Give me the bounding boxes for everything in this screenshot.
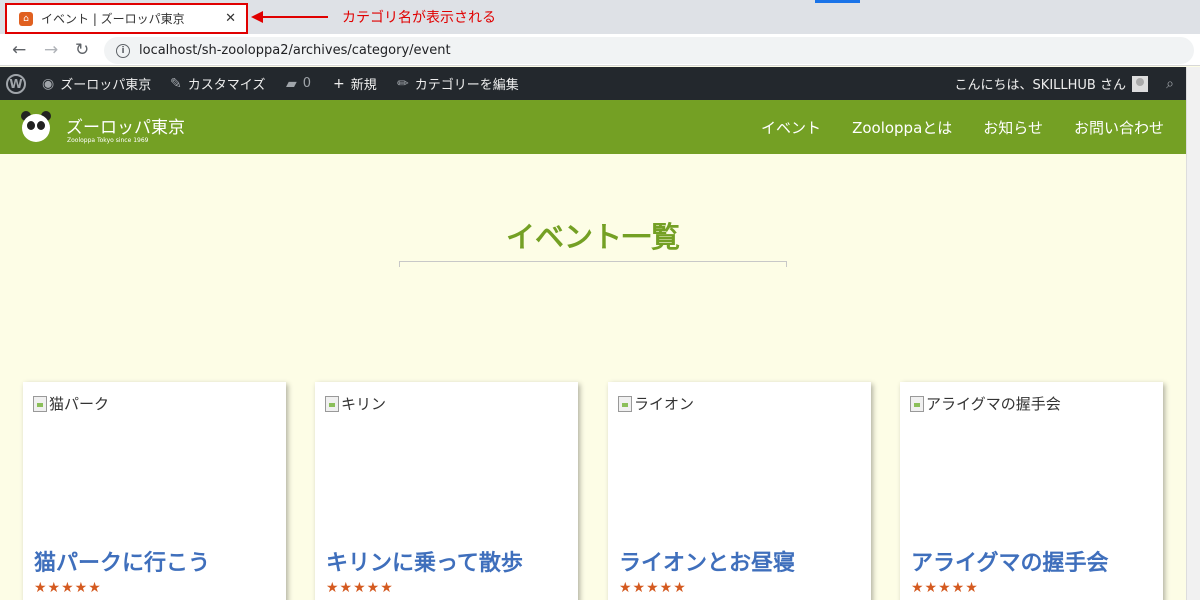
forward-icon[interactable]: → <box>44 40 58 60</box>
tab-title: イベント | ズーロッパ東京 <box>41 12 185 26</box>
comment-icon: ▰ <box>286 75 297 92</box>
panda-logo-icon[interactable] <box>22 114 50 142</box>
search-button[interactable]: ⌕ <box>1166 67 1180 100</box>
card-title[interactable]: キリンに乗って散歩 <box>326 545 523 577</box>
new-content-link[interactable]: + 新規 <box>333 67 377 100</box>
nav-item-contact[interactable]: お問い合わせ <box>1074 117 1164 138</box>
card-title[interactable]: アライグマの握手会 <box>911 545 1109 577</box>
favicon-icon: ⌂ <box>19 11 33 26</box>
broken-image-icon <box>325 395 339 412</box>
event-card[interactable]: 猫パーク 猫パークに行こう ★★★★★ <box>23 382 286 600</box>
browser-tabstrip: ⌂ イベント | ズーロッパ東京 ✕ <box>0 0 1200 34</box>
broken-image-icon <box>33 395 47 412</box>
annotation-text: カテゴリ名が表示される <box>342 10 496 26</box>
edit-category-label: カテゴリーを編集 <box>414 78 519 93</box>
tab-close-icon[interactable]: ✕ <box>225 11 236 26</box>
customize-label: カスタマイズ <box>187 78 266 93</box>
event-card[interactable]: キリン キリンに乗って散歩 ★★★★★ <box>315 382 578 600</box>
card-image: キリン <box>325 393 386 414</box>
admin-site-link[interactable]: ◉ ズーロッパ東京 <box>42 67 151 100</box>
title-image <box>399 261 787 267</box>
pencil-icon: ✏ <box>397 75 409 92</box>
wordpress-logo-button[interactable]: W <box>6 67 26 100</box>
card-image-alt: キリン <box>341 395 387 413</box>
search-icon: ⌕ <box>1166 75 1174 92</box>
site-title[interactable]: ズーロッパ東京 <box>66 113 185 138</box>
browser-tab[interactable]: ⌂ イベント | ズーロッパ東京 ✕ <box>5 3 248 34</box>
nav-item-news[interactable]: お知らせ <box>983 117 1043 138</box>
reload-icon[interactable]: ↻ <box>75 40 89 60</box>
event-card[interactable]: アライグマの握手会 アライグマの握手会 ★★★★★ <box>900 382 1163 600</box>
card-rating: ★★★★★ <box>619 580 687 596</box>
info-icon[interactable]: i <box>116 43 130 58</box>
my-account-link[interactable]: こんにちは、SKILLHUB さん <box>955 67 1148 100</box>
card-rating: ★★★★★ <box>34 580 102 596</box>
card-title[interactable]: ライオンとお昼寝 <box>619 545 795 577</box>
nav-item-about[interactable]: Zooloppaとは <box>852 117 952 138</box>
brush-icon: ✎ <box>170 75 182 92</box>
card-image: 猫パーク <box>33 393 109 414</box>
greeting-label: こんにちは、SKILLHUB さん <box>954 78 1126 93</box>
global-nav: イベント Zooloppaとは お知らせ お問い合わせ <box>761 100 1164 154</box>
tab-indicator <box>815 0 860 3</box>
plus-icon: + <box>333 75 345 92</box>
nav-item-event[interactable]: イベント <box>761 117 821 138</box>
broken-image-icon <box>910 395 924 412</box>
avatar <box>1132 75 1148 92</box>
page-title: イベント一覧 <box>505 220 680 254</box>
dashboard-icon: ◉ <box>42 75 55 92</box>
card-image: ライオン <box>618 393 694 414</box>
card-image-alt: アライグマの握手会 <box>926 395 1061 413</box>
url-input[interactable]: i localhost/sh-zooloppa2/archives/catego… <box>104 37 1194 64</box>
broken-image-icon <box>618 395 632 412</box>
customize-link[interactable]: ✎ カスタマイズ <box>170 67 265 100</box>
scrollbar[interactable] <box>1186 67 1200 600</box>
admin-site-label: ズーロッパ東京 <box>60 78 152 93</box>
card-rating: ★★★★★ <box>326 580 394 596</box>
new-label: 新規 <box>350 78 377 93</box>
annotation-arrow-line <box>262 16 328 18</box>
card-image-alt: ライオン <box>634 395 695 413</box>
wordpress-icon: W <box>6 73 26 94</box>
address-bar: ← → ↻ i localhost/sh-zooloppa2/archives/… <box>0 34 1200 66</box>
card-rating: ★★★★★ <box>911 580 979 596</box>
comments-link[interactable]: ▰ 0 <box>286 67 311 100</box>
site-tagline: Zooloppa Tokyo since 1969 <box>67 137 149 144</box>
event-card[interactable]: ライオン ライオンとお昼寝 ★★★★★ <box>608 382 871 600</box>
card-image-alt: 猫パーク <box>49 395 110 413</box>
edit-category-link[interactable]: ✏ カテゴリーを編集 <box>397 67 519 100</box>
back-icon[interactable]: ← <box>12 40 26 60</box>
card-image: アライグマの握手会 <box>910 393 1061 414</box>
url-text: localhost/sh-zooloppa2/archives/category… <box>139 43 451 58</box>
card-title[interactable]: 猫パークに行こう <box>34 545 210 577</box>
site-header: ズーロッパ東京 Zooloppa Tokyo since 1969 イベント Z… <box>0 100 1186 154</box>
comments-count: 0 <box>302 76 312 91</box>
wp-admin-bar: W ◉ ズーロッパ東京 ✎ カスタマイズ ▰ 0 + 新規 ✏ カテゴリーを編集… <box>0 67 1200 100</box>
